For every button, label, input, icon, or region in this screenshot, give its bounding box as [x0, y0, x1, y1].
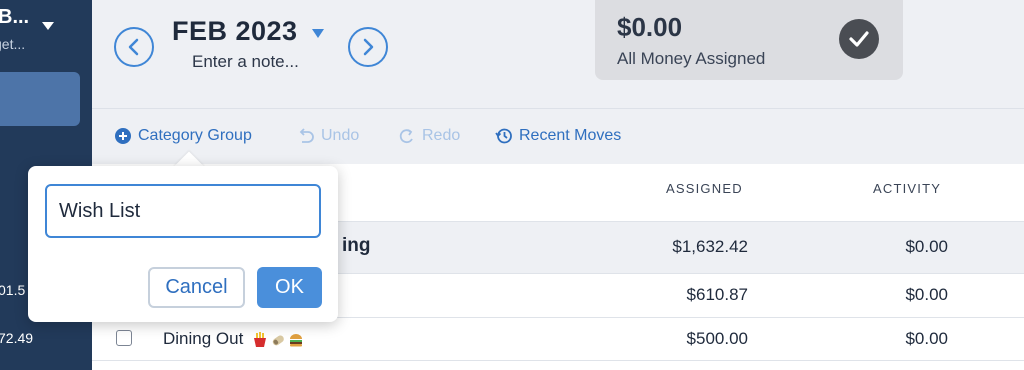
category-assigned-value[interactable]: $500.00: [687, 329, 748, 349]
category-group-name-input[interactable]: [45, 184, 321, 238]
budget-name[interactable]: B...: [0, 6, 29, 29]
category-group-name: ing: [342, 235, 371, 256]
group-activity-value: $0.00: [905, 237, 948, 256]
redo-label: Redo: [422, 127, 461, 144]
column-header-assigned[interactable]: ASSIGNED: [666, 181, 743, 196]
fries-icon: [254, 331, 267, 347]
add-category-group-label: Category Group: [138, 127, 252, 144]
add-category-group-popover: Cancel OK: [28, 166, 338, 322]
month-picker-caret-icon[interactable]: [312, 29, 324, 38]
burger-icon: [290, 333, 303, 347]
recent-moves-label: Recent Moves: [519, 127, 622, 144]
category-activity-value[interactable]: $0.00: [905, 285, 948, 305]
next-month-button[interactable]: [348, 27, 388, 67]
chevron-left-icon: [128, 38, 139, 56]
recent-moves-button[interactable]: Recent Moves: [495, 127, 621, 145]
ready-to-assign-amount: $0.00: [617, 12, 683, 42]
group-assigned-value: $1,632.42: [672, 237, 748, 256]
add-category-group-button[interactable]: Category Group: [114, 127, 252, 145]
plus-circle-icon: [114, 127, 132, 145]
ready-to-assign-label: All Money Assigned: [617, 49, 766, 68]
column-header-activity[interactable]: ACTIVITY: [873, 181, 941, 196]
food-emoji-icons: [252, 331, 304, 348]
category-name-label: Dining Out: [163, 329, 244, 348]
account-balance: 01.5: [0, 282, 26, 298]
history-icon: [495, 127, 513, 145]
ready-to-assign-box[interactable]: $0.00 All Money Assigned: [595, 0, 903, 80]
undo-button[interactable]: Undo: [297, 127, 359, 145]
category-assigned-value[interactable]: $610.87: [687, 285, 748, 305]
month-title[interactable]: FEB 2023: [172, 16, 298, 47]
category-name[interactable]: Dining Out: [163, 329, 304, 349]
cancel-button[interactable]: Cancel: [148, 267, 245, 308]
budget-menu-caret-icon[interactable]: [42, 22, 54, 30]
category-row[interactable]: Dining Out $500.00 $0.00: [92, 317, 1024, 361]
category-activity-value[interactable]: $0.00: [905, 329, 948, 349]
account-balance: 72.49: [0, 330, 34, 346]
budget-header: FEB 2023 Enter a note... $0.00 All Money…: [92, 0, 1024, 108]
ok-button[interactable]: OK: [257, 267, 322, 308]
chevron-right-icon: [363, 38, 374, 56]
sidebar-item-budget[interactable]: [0, 72, 80, 126]
category-checkbox[interactable]: [116, 330, 132, 346]
previous-month-button[interactable]: [114, 27, 154, 67]
redo-icon: [398, 128, 416, 144]
undo-icon: [297, 128, 315, 144]
checkmark-icon: [839, 19, 879, 59]
burrito-icon: [272, 334, 284, 345]
redo-button[interactable]: Redo: [398, 127, 460, 145]
undo-label: Undo: [321, 127, 360, 144]
month-note[interactable]: Enter a note...: [192, 52, 299, 72]
budget-toolbar: Category Group Undo Redo Recent Moves: [92, 108, 1024, 164]
budget-subtitle: get...: [0, 36, 26, 52]
